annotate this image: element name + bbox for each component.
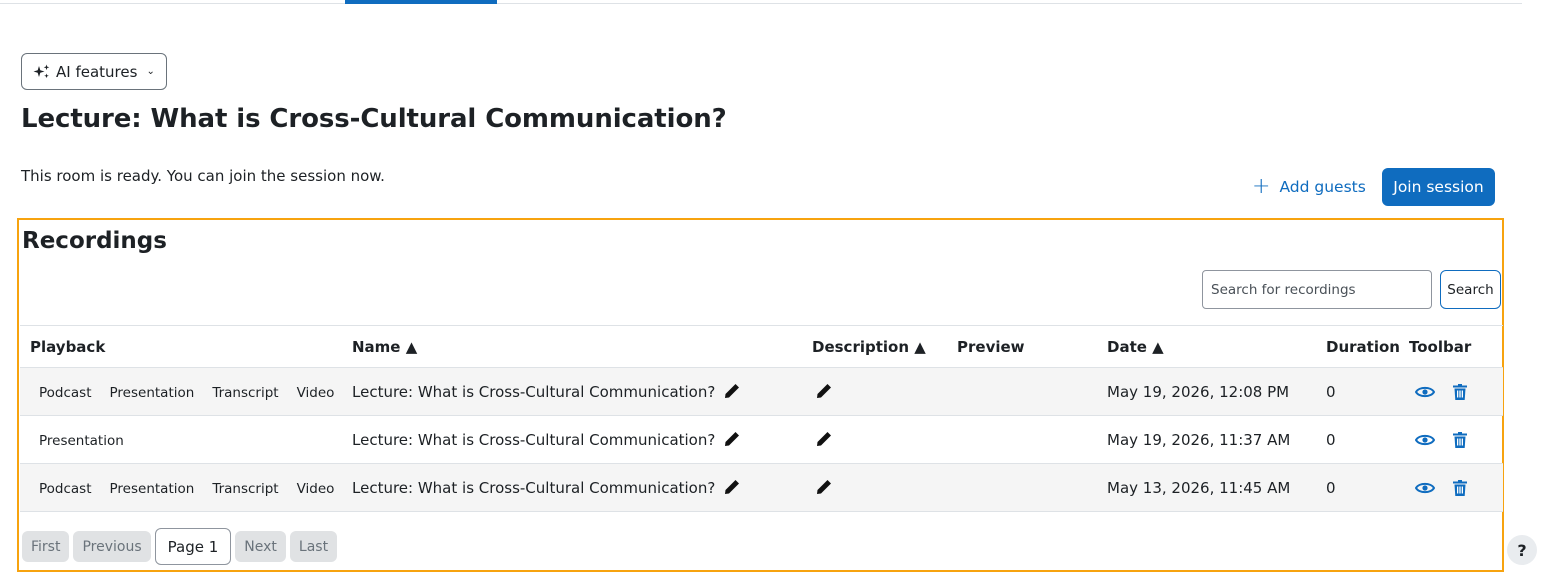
eye-icon[interactable] <box>1415 385 1435 399</box>
trash-icon[interactable] <box>1453 431 1467 448</box>
playback-link[interactable]: Presentation <box>110 481 195 497</box>
col-description-sort[interactable]: Description ▲ <box>812 325 957 368</box>
first-page-button[interactable]: First <box>22 531 70 562</box>
ai-features-label: AI features <box>56 62 138 81</box>
name-cell: Lecture: What is Cross-Cultural Communic… <box>352 463 812 512</box>
next-page-button[interactable]: Next <box>235 531 286 562</box>
toolbar-cell <box>1409 463 1503 512</box>
recordings-section: Recordings Search Playback Name ▲ Descri… <box>17 218 1504 572</box>
playback-link[interactable]: Presentation <box>39 433 124 449</box>
add-guests-label: Add guests <box>1279 178 1366 196</box>
recording-name: Lecture: What is Cross-Cultural Communic… <box>352 478 716 497</box>
preview-cell <box>957 367 1107 416</box>
trash-icon[interactable] <box>1453 479 1467 496</box>
trash-icon[interactable] <box>1453 383 1467 400</box>
search-button[interactable]: Search <box>1440 270 1501 309</box>
date-cell: May 19, 2026, 11:37 AM <box>1107 415 1326 464</box>
toolbar-cell <box>1409 415 1503 464</box>
playback-link[interactable]: Video <box>297 385 335 401</box>
toolbar-cell <box>1409 367 1503 416</box>
current-page-indicator[interactable]: Page 1 <box>154 528 232 565</box>
col-playback: Playback <box>20 325 352 368</box>
duration-cell: 0 <box>1326 463 1409 512</box>
sparkle-icon <box>33 64 50 78</box>
playback-link[interactable]: Podcast <box>39 385 92 401</box>
recording-name: Lecture: What is Cross-Cultural Communic… <box>352 430 716 449</box>
name-cell: Lecture: What is Cross-Cultural Communic… <box>352 415 812 464</box>
playback-link[interactable]: Transcript <box>212 385 278 401</box>
pencil-icon[interactable] <box>724 431 740 447</box>
table-header-row: Playback Name ▲ Description ▲ Preview Da… <box>20 325 1503 368</box>
preview-cell <box>957 415 1107 464</box>
ai-features-button[interactable]: AI features ⌄ <box>21 53 167 90</box>
preview-cell <box>957 463 1107 512</box>
room-status-text: This room is ready. You can join the ses… <box>21 167 385 185</box>
description-cell <box>812 463 957 512</box>
playback-link[interactable]: Video <box>297 481 335 497</box>
pencil-icon[interactable] <box>816 479 832 495</box>
eye-icon[interactable] <box>1415 433 1435 447</box>
playback-cell: Podcast Presentation Transcript Video <box>20 463 352 512</box>
pencil-icon[interactable] <box>724 479 740 495</box>
playback-cell: Presentation <box>20 415 352 464</box>
table-row: Presentation Lecture: What is Cross-Cult… <box>20 415 1503 464</box>
top-nav-active-indicator <box>345 0 497 4</box>
add-guests-link[interactable]: + Add guests <box>1252 176 1366 198</box>
last-page-button[interactable]: Last <box>289 531 338 562</box>
eye-icon[interactable] <box>1415 481 1435 495</box>
duration-cell: 0 <box>1326 415 1409 464</box>
table-row: Podcast Presentation Transcript Video Lectu… <box>20 367 1503 416</box>
description-cell <box>812 367 957 416</box>
pagination: First Previous Page 1 Next Last <box>22 528 338 565</box>
previous-page-button[interactable]: Previous <box>73 531 151 562</box>
col-toolbar: Toolbar <box>1409 325 1503 368</box>
playback-link[interactable]: Presentation <box>110 385 195 401</box>
col-name-sort[interactable]: Name ▲ <box>352 325 812 368</box>
recordings-table: Playback Name ▲ Description ▲ Preview Da… <box>20 325 1503 512</box>
chevron-down-icon: ⌄ <box>146 66 155 77</box>
recording-name: Lecture: What is Cross-Cultural Communic… <box>352 382 716 401</box>
pencil-icon[interactable] <box>816 383 832 399</box>
playback-link[interactable]: Podcast <box>39 481 92 497</box>
name-cell: Lecture: What is Cross-Cultural Communic… <box>352 367 812 416</box>
pencil-icon[interactable] <box>816 431 832 447</box>
help-button[interactable]: ? <box>1507 535 1537 565</box>
page-title: Lecture: What is Cross-Cultural Communic… <box>21 104 727 134</box>
playback-link[interactable]: Transcript <box>212 481 278 497</box>
col-duration: Duration <box>1326 325 1409 368</box>
table-row: Podcast Presentation Transcript Video Lectu… <box>20 463 1503 512</box>
pencil-icon[interactable] <box>724 383 740 399</box>
top-nav-divider <box>0 3 1522 4</box>
plus-icon: + <box>1252 174 1271 199</box>
playback-cell: Podcast Presentation Transcript Video <box>20 367 352 416</box>
recordings-heading: Recordings <box>22 228 167 254</box>
description-cell <box>812 415 957 464</box>
date-cell: May 19, 2026, 12:08 PM <box>1107 367 1326 416</box>
search-recordings-input[interactable] <box>1202 270 1432 309</box>
duration-cell: 0 <box>1326 367 1409 416</box>
col-preview: Preview <box>957 325 1107 368</box>
date-cell: May 13, 2026, 11:45 AM <box>1107 463 1326 512</box>
col-date-sort[interactable]: Date ▲ <box>1107 325 1326 368</box>
join-session-button[interactable]: Join session <box>1382 168 1495 206</box>
